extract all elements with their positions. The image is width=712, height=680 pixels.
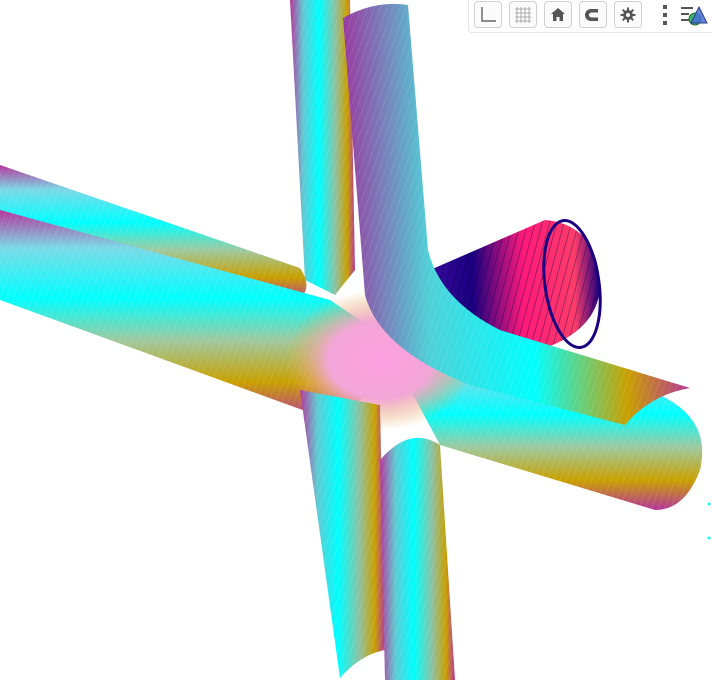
surface-bottom-tube-right [380,437,455,680]
gear-icon [620,7,636,22]
grid-icon [515,6,531,23]
more-options-button[interactable] [659,3,671,27]
graphics-toolbar [468,0,712,33]
magnet-icon [585,8,598,21]
edge-speck [707,536,711,540]
standard-view-button[interactable] [544,1,572,28]
surface-bottom-tube-left [300,390,385,678]
home-icon [551,7,565,21]
styling-bar-icon [681,5,708,26]
axes-icon [481,6,496,22]
edge-speck [707,502,711,506]
more-vertical-icon [663,5,667,25]
graphics-view-3d[interactable] [0,0,712,680]
point-capturing-button[interactable] [579,1,607,28]
axes-toggle-button[interactable] [474,1,502,28]
settings-button[interactable] [614,1,642,28]
grid-toggle-button[interactable] [509,1,537,28]
styling-bar-toggle-button[interactable] [679,2,709,28]
